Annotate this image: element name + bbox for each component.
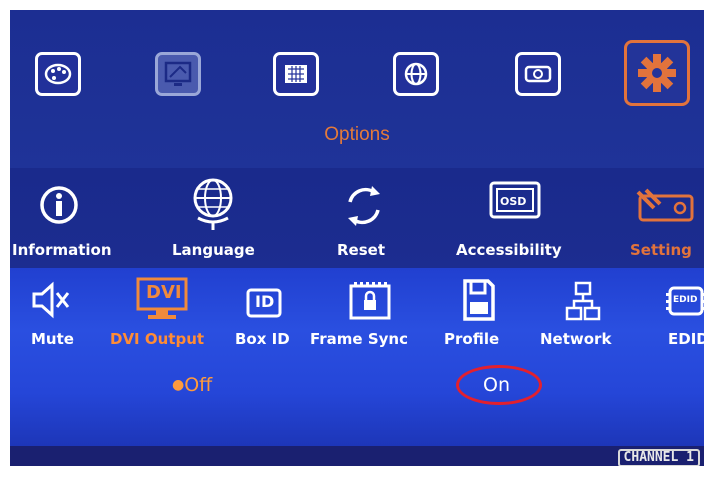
highlight-circle — [456, 365, 542, 405]
selected-dot-icon: ● — [172, 377, 185, 393]
id-icon-text: ID — [255, 292, 275, 311]
mute-item[interactable] — [28, 280, 72, 324]
globe-icon — [193, 178, 233, 230]
edid-icon-text: EDID — [673, 295, 698, 305]
dvi-output-item[interactable]: DVI — [134, 276, 190, 326]
network-icon — [565, 281, 601, 321]
reset-label: Reset — [337, 241, 385, 259]
information-label: Information — [12, 241, 112, 259]
gear-icon[interactable] — [624, 40, 690, 106]
projector-icon[interactable] — [510, 47, 566, 101]
globe-icon[interactable] — [388, 47, 444, 101]
osd-icon-text: OSD — [500, 195, 527, 208]
channel-badge: CHANNEL 1 — [617, 449, 700, 466]
accessibility-label: Accessibility — [456, 241, 562, 259]
status-bar — [10, 446, 704, 466]
setting-tools-icon — [636, 188, 694, 222]
box-id-item[interactable]: ID — [246, 288, 282, 322]
mute-icon — [32, 281, 70, 319]
setting-label: Setting — [630, 241, 692, 259]
options-title: Options — [324, 124, 390, 145]
dvi-output-label: DVI Output — [110, 330, 205, 348]
mute-label: Mute — [31, 330, 74, 348]
frame-sync-icon — [349, 282, 391, 320]
off-option[interactable]: ●Off — [172, 374, 212, 396]
osd-screen: Options Information Language Reset OSD A… — [10, 10, 704, 466]
info-icon — [40, 186, 78, 224]
network-label: Network — [540, 330, 612, 348]
edid-label: EDID — [668, 330, 704, 348]
pip-icon[interactable] — [150, 47, 206, 101]
input-icon[interactable] — [268, 47, 324, 101]
language-label: Language — [172, 241, 255, 259]
frame-sync-item[interactable] — [348, 280, 392, 326]
network-item[interactable] — [564, 280, 602, 326]
edid-item[interactable]: EDID — [666, 284, 704, 322]
dvi-icon-text: DVI — [146, 282, 182, 303]
off-option-label: Off — [184, 374, 213, 396]
profile-item[interactable] — [462, 278, 496, 326]
profile-label: Profile — [444, 330, 500, 348]
frame-sync-label: Frame Sync — [310, 330, 408, 348]
save-icon — [463, 279, 495, 321]
box-id-label: Box ID — [235, 330, 290, 348]
palette-icon[interactable] — [30, 47, 86, 101]
reset-icon — [348, 186, 380, 226]
